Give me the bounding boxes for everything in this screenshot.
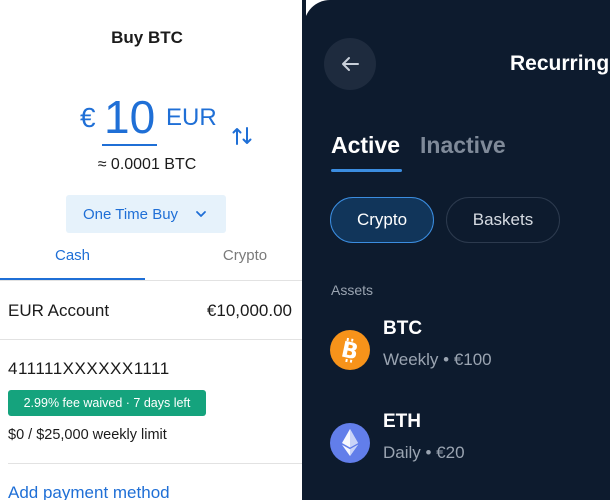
payment-tabs: Cash Crypto: [0, 240, 304, 281]
swap-arrows-icon[interactable]: [230, 124, 254, 148]
card-number[interactable]: 411111XXXXXX1111: [8, 359, 170, 379]
tab-cash[interactable]: Cash: [0, 240, 145, 280]
page-title: Recurring: [510, 52, 610, 75]
arrow-left-icon: [342, 57, 359, 71]
divider: [8, 463, 304, 464]
currency-symbol: €: [80, 102, 96, 133]
recurring-screen: Recurring Active Inactive Crypto Baskets…: [304, 0, 610, 500]
tab-crypto[interactable]: Crypto: [190, 240, 300, 278]
active-tab-indicator: [331, 169, 402, 172]
currency-code: EUR: [166, 104, 217, 131]
tab-active[interactable]: Active: [331, 132, 400, 159]
frequency-dropdown[interactable]: One Time Buy: [66, 195, 226, 233]
fee-waived-badge: 2.99% fee waived · 7 days left: [8, 390, 206, 416]
ethereum-icon: [330, 423, 370, 463]
bitcoin-icon: B: [330, 330, 370, 370]
filter-baskets-chip[interactable]: Baskets: [446, 197, 560, 243]
eur-account-balance: €10,000.00: [206, 301, 292, 320]
eur-account-row[interactable]: EUR Account €10,000.00: [0, 281, 304, 340]
weekly-limit: $0 / $25,000 weekly limit: [8, 427, 167, 443]
asset-schedule: Daily • €20: [383, 443, 465, 462]
filter-crypto-chip[interactable]: Crypto: [330, 197, 434, 243]
asset-name: BTC: [383, 318, 423, 339]
list-item[interactable]: ETH Daily • €20: [330, 411, 610, 471]
frequency-label: One Time Buy: [83, 206, 179, 223]
list-item[interactable]: B BTC Weekly • €100: [330, 318, 610, 378]
back-button[interactable]: [324, 38, 376, 90]
asset-name: ETH: [383, 411, 421, 432]
btc-equivalent: ≈ 0.0001 BTC: [97, 156, 197, 173]
eur-account-label: EUR Account: [8, 301, 110, 320]
buy-btc-screen: Buy BTC € 10 EUR ≈ 0.0001 BTC One Time B…: [0, 0, 304, 500]
tab-inactive[interactable]: Inactive: [420, 132, 506, 159]
asset-schedule: Weekly • €100: [383, 350, 492, 369]
page-title: Buy BTC: [111, 28, 183, 47]
add-payment-method-link[interactable]: Add payment method: [8, 483, 170, 500]
section-label: Assets: [331, 282, 374, 298]
chevron-down-icon: [196, 211, 206, 217]
amount-value[interactable]: 10: [102, 92, 158, 146]
